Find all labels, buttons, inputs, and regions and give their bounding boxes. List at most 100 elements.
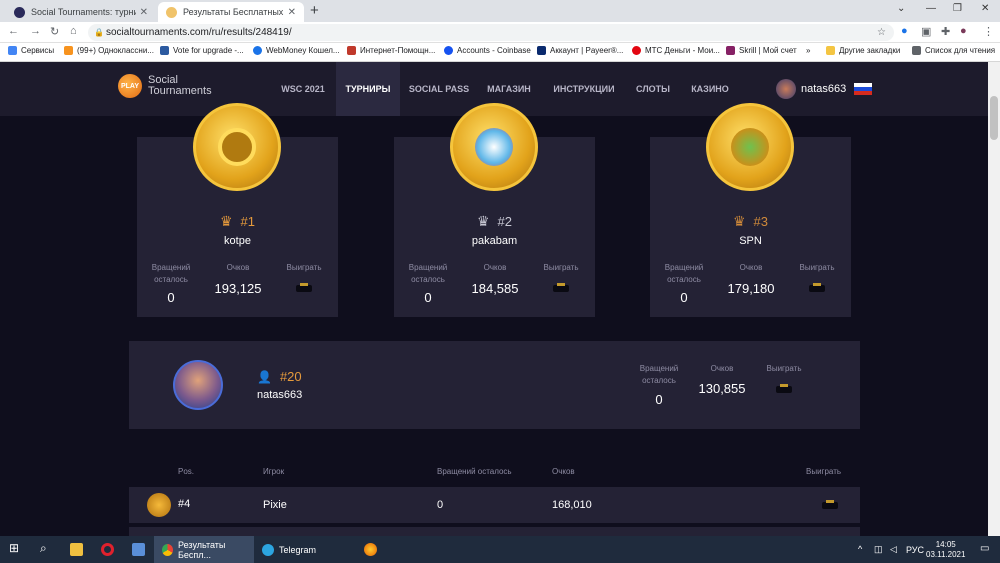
volume-icon[interactable]: ◁ xyxy=(890,544,903,557)
rank: #2 xyxy=(497,214,513,229)
rank: #20 xyxy=(279,369,302,384)
col-header-win: Выиграть xyxy=(806,467,842,476)
save-icon[interactable] xyxy=(132,543,145,556)
search-icon[interactable]: ⌕ xyxy=(40,541,53,555)
page-content: PLAY Social Tournaments WSC 2021 ТУРНИРЫ… xyxy=(0,62,988,536)
chrome-icon xyxy=(162,543,173,556)
podium-card-1: ♛ #1 kotpe Вращений осталось Очков Выигр… xyxy=(137,103,338,317)
bookmark-item[interactable]: (99+) Одноклассни... xyxy=(64,46,154,55)
nav-slots[interactable]: СЛОТЫ xyxy=(628,62,678,116)
page-scrollbar[interactable] xyxy=(988,62,1000,536)
win-label: Выиграть xyxy=(286,263,322,272)
user-menu[interactable]: natas663 xyxy=(776,79,873,99)
bookmark-item[interactable]: Skrill | Мой счет xyxy=(726,46,797,55)
nav-wsc[interactable]: WSC 2021 xyxy=(272,62,334,116)
address-bar[interactable]: 🔒 socialtournaments.com/ru/results/24841… xyxy=(88,24,894,41)
spins-label: Вращений осталось xyxy=(664,263,704,284)
bookmark-folder[interactable]: Другие закладки xyxy=(826,46,900,55)
player-name: SPN xyxy=(739,235,762,247)
nav-tournaments[interactable]: ТУРНИРЫ xyxy=(336,62,400,116)
bookmark-item[interactable]: WebMoney Кошел... xyxy=(253,46,340,55)
site-favicon-icon xyxy=(14,6,25,18)
spins-value: 0 xyxy=(424,290,432,305)
url-text: socialtournaments.com/ru/results/248419/ xyxy=(106,27,292,38)
prize-icon xyxy=(296,283,312,292)
col-header-spins: Вращений осталось xyxy=(437,467,512,476)
browser-toolbar: ← → ↻ ⌂ 🔒 socialtournaments.com/ru/resul… xyxy=(0,22,1000,43)
payeer-icon xyxy=(537,46,546,55)
reading-list[interactable]: Список для чтения xyxy=(912,46,995,55)
rank: #3 xyxy=(753,214,769,229)
nav-social-pass[interactable]: SOCIAL PASS xyxy=(402,62,476,116)
reload-icon[interactable]: ↻ xyxy=(50,25,59,38)
col-header-points: Очков xyxy=(552,467,575,476)
site-logo[interactable]: PLAY Social Tournaments xyxy=(118,74,212,98)
player-name: kotpe xyxy=(224,235,251,247)
extension-icon[interactable]: ● xyxy=(901,25,908,37)
mts-icon xyxy=(632,46,641,55)
tray-arrow-icon[interactable]: ^ xyxy=(858,544,871,557)
russia-flag-icon[interactable] xyxy=(854,83,873,95)
close-icon[interactable]: ✕ xyxy=(140,7,148,18)
bookmark-item[interactable]: Vote for upgrade -... xyxy=(160,46,244,55)
table-row[interactable] xyxy=(129,527,860,536)
clock[interactable]: 14:05 03.11.2021 xyxy=(926,540,965,560)
maximize-icon[interactable]: ❐ xyxy=(953,3,962,14)
tab-social-tournaments[interactable]: Social Tournaments: турниры и ✕ xyxy=(6,2,156,22)
opera-icon[interactable] xyxy=(101,543,114,556)
home-icon[interactable]: ⌂ xyxy=(70,25,77,37)
lock-icon: 🔒 xyxy=(94,28,104,37)
nav-instructions[interactable]: ИНСТРУКЦИИ xyxy=(542,62,626,116)
menu-dots-icon[interactable]: ⋮ xyxy=(983,25,994,38)
bookmark-item[interactable]: Интернет-Помощн... xyxy=(347,46,435,55)
bookmark-star-icon[interactable]: ☆ xyxy=(877,24,886,41)
firefox-icon[interactable] xyxy=(364,543,377,556)
close-window-icon[interactable]: ✕ xyxy=(981,3,989,14)
bookmark-item[interactable]: Аккаунт | Payeer®... xyxy=(537,46,623,55)
bookmark-item[interactable]: Сервисы xyxy=(8,46,54,55)
back-icon[interactable]: ← xyxy=(8,25,19,37)
notifications-icon[interactable]: ▭ xyxy=(980,543,993,556)
lion-dance-medal-icon xyxy=(450,103,538,191)
scroll-thumb[interactable] xyxy=(990,96,998,140)
windows-start-icon[interactable]: ⊞ xyxy=(9,541,22,555)
points-value: 184,585 xyxy=(471,281,519,296)
puzzle-icon[interactable]: ✚ xyxy=(941,25,950,38)
table-row[interactable]: #4 Pixie 0 168,010 xyxy=(129,487,860,523)
taskbar-chrome[interactable]: Результаты Беспл... xyxy=(154,536,254,563)
extension-icon[interactable]: ▣ xyxy=(921,25,931,38)
language-indicator[interactable]: РУС xyxy=(906,536,924,563)
file-explorer-icon[interactable] xyxy=(70,543,83,556)
points-label: Очков xyxy=(483,263,507,272)
bookmark-item[interactable]: Accounts - Coinbase xyxy=(444,46,531,55)
row-player: Pixie xyxy=(263,499,287,511)
win-label: Выиграть xyxy=(766,364,802,373)
spins-value: 0 xyxy=(680,290,688,305)
prize-icon xyxy=(822,500,838,509)
my-rank-panel: 👤 #20 natas663 Вращений осталось Очков В… xyxy=(129,341,860,429)
folder-icon xyxy=(826,46,835,55)
globe-icon xyxy=(253,46,262,55)
spins-label: Вращений осталось xyxy=(639,364,679,385)
col-header-player: Игрок xyxy=(263,467,285,476)
new-tab-icon[interactable]: + xyxy=(310,2,319,19)
points-value: 179,180 xyxy=(727,281,775,296)
coinbase-icon xyxy=(444,46,453,55)
crown-icon: ♛ xyxy=(476,213,490,229)
player-name: natas663 xyxy=(257,389,303,401)
close-icon[interactable]: ✕ xyxy=(288,7,296,18)
bookmarks-overflow[interactable]: » xyxy=(806,46,810,55)
taskbar-telegram[interactable]: Telegram xyxy=(258,536,354,563)
tab-results[interactable]: Результаты Бесплатных Онлайн ✕ xyxy=(158,2,304,22)
profile-avatar-icon[interactable]: ● xyxy=(960,25,967,37)
forward-icon[interactable]: → xyxy=(30,25,41,37)
network-icon[interactable]: ◫ xyxy=(874,544,887,557)
points-value: 193,125 xyxy=(214,281,262,296)
bookmark-item[interactable]: МТС Деньги - Мои... xyxy=(632,46,720,55)
play-logo-icon: PLAY xyxy=(118,74,142,98)
minimize-icon[interactable]: — xyxy=(926,3,936,14)
tab-search-icon[interactable]: ⌄ xyxy=(897,3,905,14)
prize-icon xyxy=(553,283,569,292)
avatar xyxy=(776,79,796,99)
username: natas663 xyxy=(801,83,847,95)
